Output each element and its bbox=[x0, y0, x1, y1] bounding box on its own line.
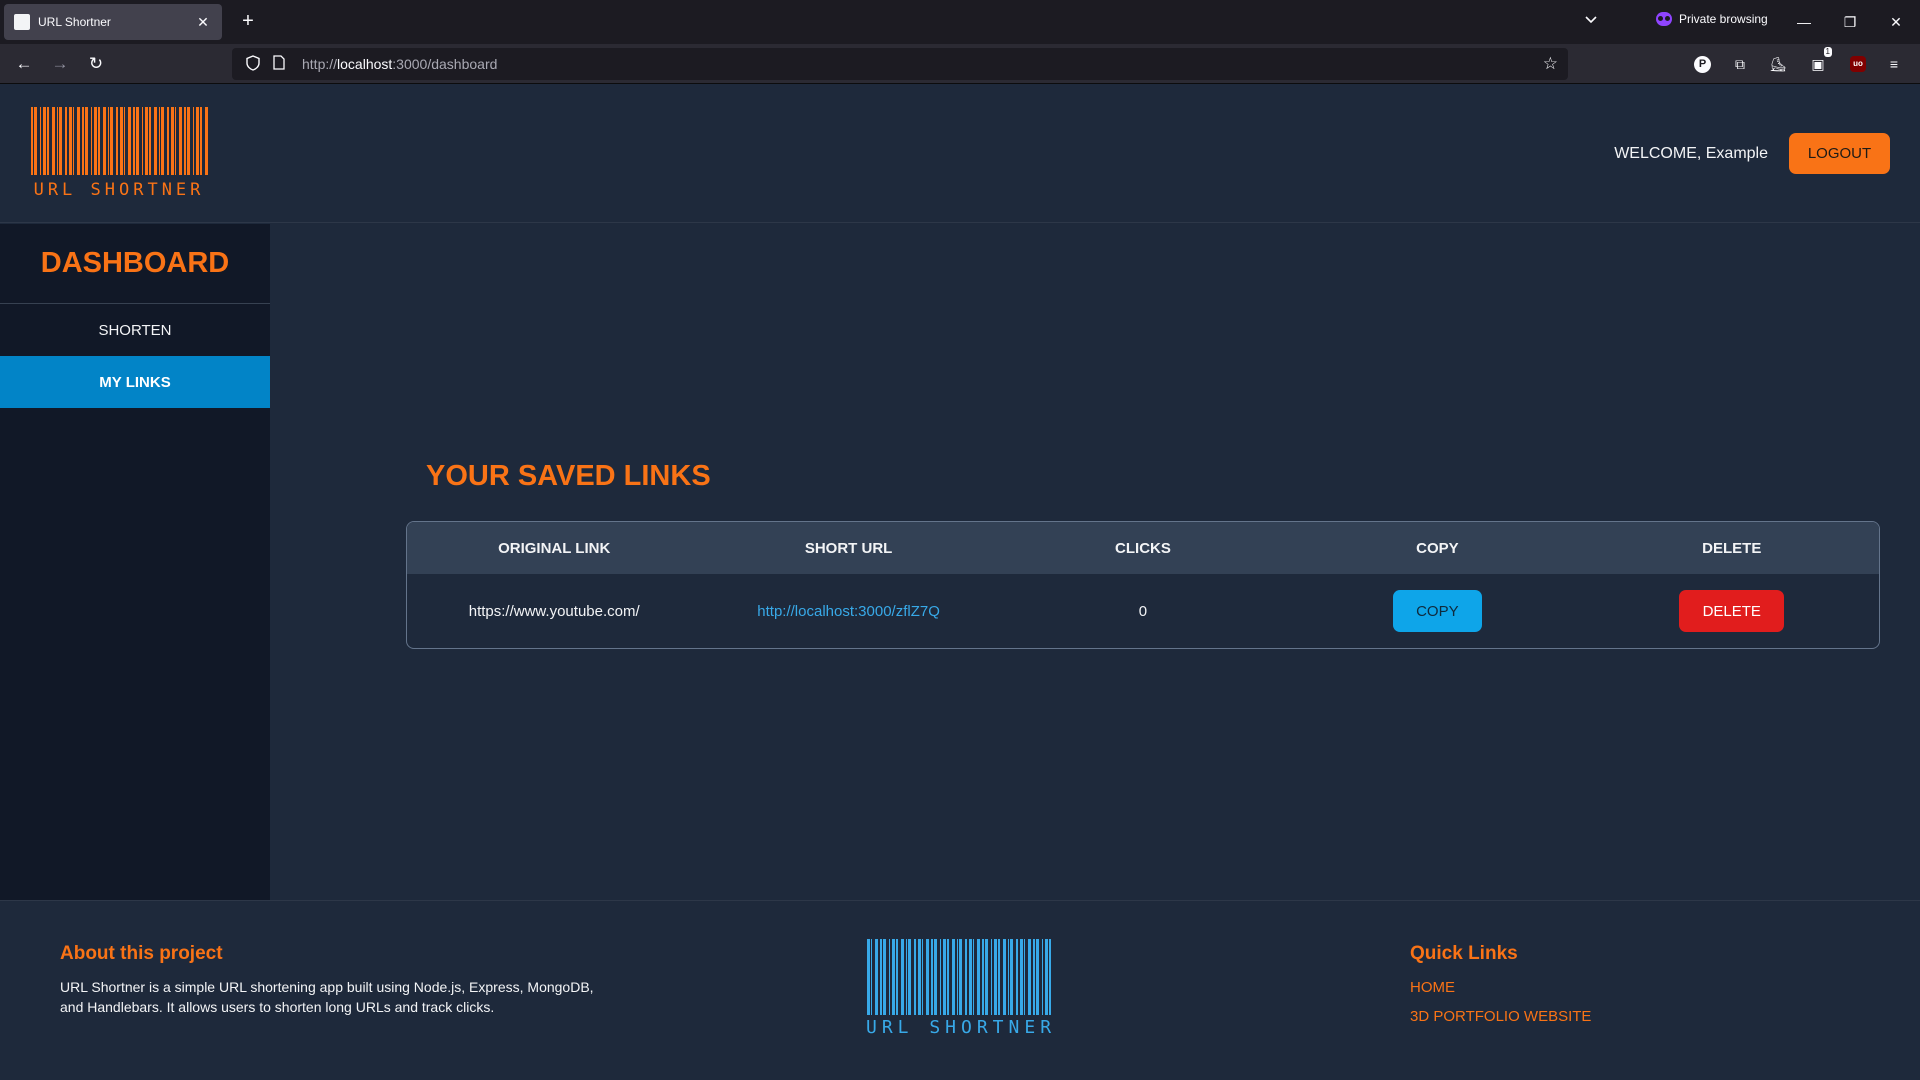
clicks-cell: 0 bbox=[1138, 602, 1148, 620]
private-browsing-label: Private browsing bbox=[1679, 12, 1768, 26]
minimize-button[interactable]: — bbox=[1792, 10, 1816, 34]
browser-tab[interactable]: URL Shortner ✕ bbox=[4, 4, 222, 40]
extension-badge-count: 1 bbox=[1823, 47, 1832, 57]
bookmark-star-icon[interactable]: ☆ bbox=[1543, 54, 1558, 74]
sidebar-item-my-links[interactable]: MY LINKS bbox=[0, 356, 270, 408]
favicon-icon bbox=[14, 14, 30, 30]
column-header-copy: COPY bbox=[1416, 539, 1459, 557]
links-table: ORIGINAL LINK SHORT URL CLICKS COPY DELE… bbox=[406, 521, 1880, 649]
barcode-logo[interactable]: URL SHORTNER bbox=[30, 107, 208, 199]
copy-cell: COPY bbox=[1290, 574, 1584, 648]
about-title: About this project bbox=[60, 943, 223, 964]
close-window-button[interactable]: ✕ bbox=[1884, 10, 1908, 34]
forward-arrow-icon[interactable]: → bbox=[48, 52, 72, 76]
footer: About this project URL Shortner is a sim… bbox=[0, 900, 1920, 1080]
column-header-original-link: ORIGINAL LINK bbox=[498, 539, 611, 557]
column-header-delete: DELETE bbox=[1702, 539, 1762, 557]
restore-button[interactable]: ❐ bbox=[1838, 10, 1862, 34]
sidebar-item-shorten[interactable]: SHORTEN bbox=[0, 304, 270, 356]
logout-button[interactable]: LOGOUT bbox=[1789, 133, 1890, 174]
ublock-icon[interactable]: uo bbox=[1850, 56, 1866, 72]
browser-tab-bar: URL Shortner ✕ + Private browsing — ❐ ✕ bbox=[0, 0, 1920, 44]
footer-logo-text: URL SHORTNER bbox=[866, 1017, 1056, 1037]
new-tab-button[interactable]: + bbox=[236, 10, 260, 34]
back-arrow-icon[interactable]: ← bbox=[12, 52, 36, 76]
reload-icon[interactable]: ↻ bbox=[84, 52, 108, 76]
sidebar-title: DASHBOARD bbox=[0, 224, 270, 304]
page-icon[interactable] bbox=[270, 55, 288, 73]
welcome-text: WELCOME, Example bbox=[1614, 145, 1768, 162]
app-menu-icon[interactable]: ≡ bbox=[1882, 52, 1906, 76]
close-tab-icon[interactable]: ✕ bbox=[194, 14, 212, 31]
address-bar[interactable]: http://localhost:3000/dashboard ☆ bbox=[232, 48, 1568, 80]
app-header: URL SHORTNER WELCOME, Example LOGOUT bbox=[0, 85, 1920, 223]
extension-shoe-icon[interactable]: ⛸ bbox=[1766, 52, 1790, 76]
private-browsing-indicator: Private browsing bbox=[1656, 12, 1768, 26]
sidebar: DASHBOARD SHORTEN MY LINKS bbox=[0, 224, 270, 900]
table-row: https://www.youtube.com/ http://localhos… bbox=[407, 574, 1879, 648]
page-title: YOUR SAVED LINKS bbox=[426, 460, 711, 492]
quick-links-title: Quick Links bbox=[1410, 943, 1518, 964]
chevron-down-icon bbox=[1585, 16, 1597, 24]
extension-p-icon[interactable]: P bbox=[1694, 56, 1711, 73]
quick-link-home[interactable]: HOME bbox=[1410, 979, 1455, 996]
browser-nav-bar: ← → ↻ http://localhost:3000/dashboard ☆ … bbox=[0, 44, 1920, 84]
tab-title: URL Shortner bbox=[38, 15, 111, 29]
table-header: ORIGINAL LINK SHORT URL CLICKS COPY DELE… bbox=[407, 522, 1879, 574]
about-text: URL Shortner is a simple URL shortening … bbox=[60, 979, 594, 1015]
barcode-logo-footer: URL SHORTNER bbox=[866, 939, 1056, 1037]
url-text: http://localhost:3000/dashboard bbox=[302, 56, 498, 72]
column-header-clicks: CLICKS bbox=[1115, 539, 1171, 557]
delete-button[interactable]: DELETE bbox=[1679, 590, 1785, 632]
quick-link-portfolio[interactable]: 3D PORTFOLIO WEBSITE bbox=[1410, 1008, 1591, 1025]
logo-text: URL SHORTNER bbox=[34, 180, 205, 199]
column-header-short-url: SHORT URL bbox=[804, 539, 893, 557]
shield-icon[interactable] bbox=[244, 55, 262, 73]
short-url-cell: http://localhost:3000/zflZ7Q bbox=[701, 574, 995, 648]
private-mask-icon bbox=[1656, 12, 1672, 26]
delete-cell: DELETE bbox=[1585, 574, 1879, 648]
copy-button[interactable]: COPY bbox=[1392, 590, 1482, 632]
list-tabs-button[interactable] bbox=[1580, 12, 1602, 32]
original-link-cell: https://www.youtube.com/ bbox=[468, 602, 640, 620]
extensions-puzzle-icon[interactable]: ⧉ bbox=[1728, 52, 1752, 76]
extension-badge-icon[interactable]: ▣ 1 bbox=[1806, 47, 1832, 76]
short-url-link[interactable]: http://localhost:3000/zflZ7Q bbox=[757, 603, 940, 620]
